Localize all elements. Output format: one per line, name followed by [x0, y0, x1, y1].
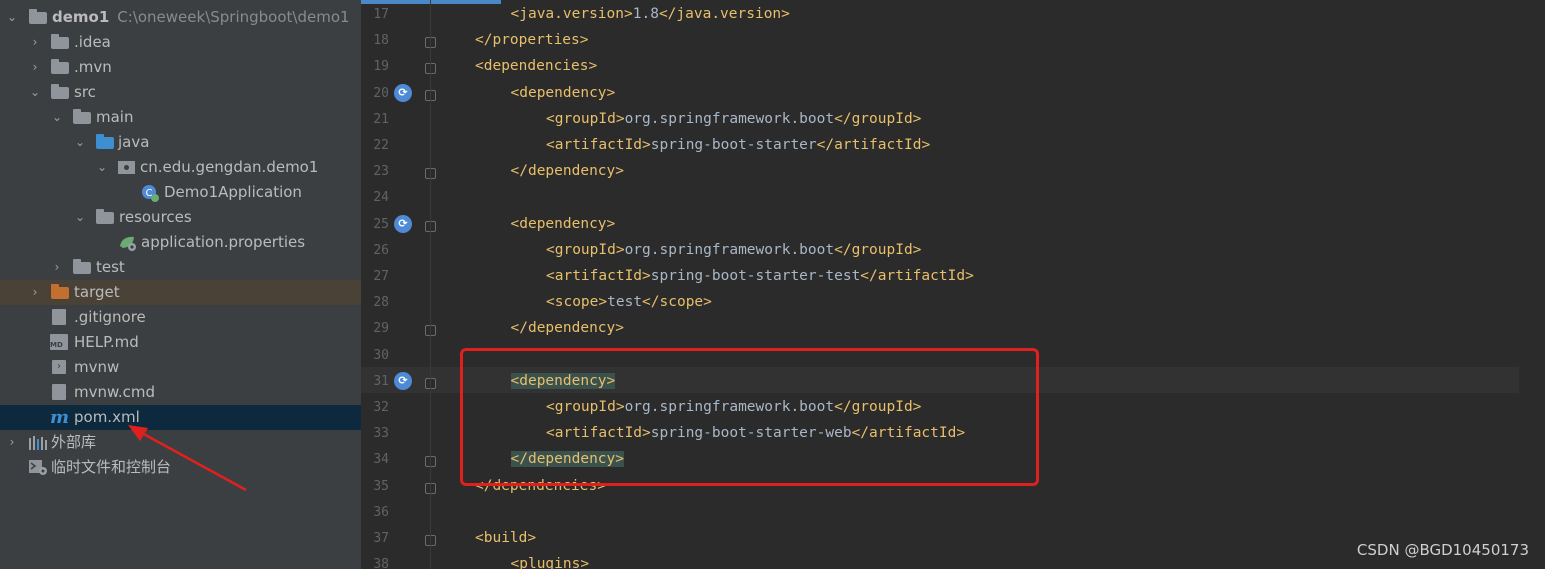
run-gutter-icon[interactable]: ⟳ [394, 214, 412, 233]
line-number: 38 [373, 557, 389, 569]
code-text: </properties> [475, 32, 589, 49]
code-text: <dependency> [510, 215, 616, 232]
line-number: 33 [373, 426, 389, 442]
code-text: <groupId>org.springframework.boot</group… [546, 241, 922, 258]
line-number: 31 [373, 373, 389, 389]
line-number: 30 [373, 347, 389, 363]
code-text: <groupId>org.springframework.boot</group… [546, 110, 922, 127]
code-line[interactable] [361, 105, 1545, 131]
line-number: 22 [373, 138, 389, 153]
code-text: <artifactId>spring-boot-starter-test</ar… [546, 268, 974, 284]
line-number: 35 [373, 478, 389, 494]
code-text: <java.version>1.8</java.version> [510, 6, 790, 22]
code-text: <dependency> [510, 84, 616, 101]
run-gutter-icon[interactable]: ⟳ [394, 371, 412, 390]
watermark: CSDN @BGD10450173 [1356, 541, 1529, 559]
line-number: 20 [373, 85, 389, 101]
line-number: 37 [373, 531, 389, 546]
line-number: 28 [373, 295, 389, 311]
line-number: 27 [373, 269, 389, 284]
line-number: 34 [373, 452, 389, 468]
code-line[interactable] [361, 236, 1545, 262]
code-line[interactable] [361, 183, 1545, 209]
code-text: <artifactId>spring-boot-starter</artifac… [546, 137, 931, 153]
line-number: 19 [373, 59, 389, 75]
line-number: 24 [373, 190, 389, 206]
code-line[interactable] [361, 131, 1545, 157]
line-number: 29 [373, 321, 389, 337]
code-editor[interactable]: 17 <java.version>1.8</java.version> 18 </pr… [361, 0, 1545, 569]
code-text: <build> [475, 530, 537, 546]
line-number: 36 [373, 504, 389, 520]
line-number: 32 [373, 400, 389, 415]
fold-gutter-line [430, 0, 431, 569]
code-text: <plugins> [510, 556, 590, 569]
code-text: <scope>test</scope> [546, 294, 712, 311]
code-line[interactable] [361, 288, 1545, 314]
line-number: 26 [373, 242, 389, 258]
annotation-highlight-box [460, 348, 1039, 486]
line-number: 18 [373, 33, 389, 49]
code-line[interactable] [361, 498, 1545, 524]
line-number: 25 [373, 216, 389, 232]
run-gutter-icon[interactable]: ⟳ [394, 83, 412, 102]
line-number: 17 [373, 7, 389, 22]
vertical-scrollbar[interactable] [1519, 0, 1545, 569]
code-text: </dependency> [510, 320, 625, 337]
code-text: </dependency> [510, 163, 625, 180]
line-number: 23 [373, 164, 389, 180]
line-number: 21 [373, 111, 389, 127]
code-text: <dependencies> [475, 58, 598, 75]
annotation-arrow [128, 425, 247, 492]
